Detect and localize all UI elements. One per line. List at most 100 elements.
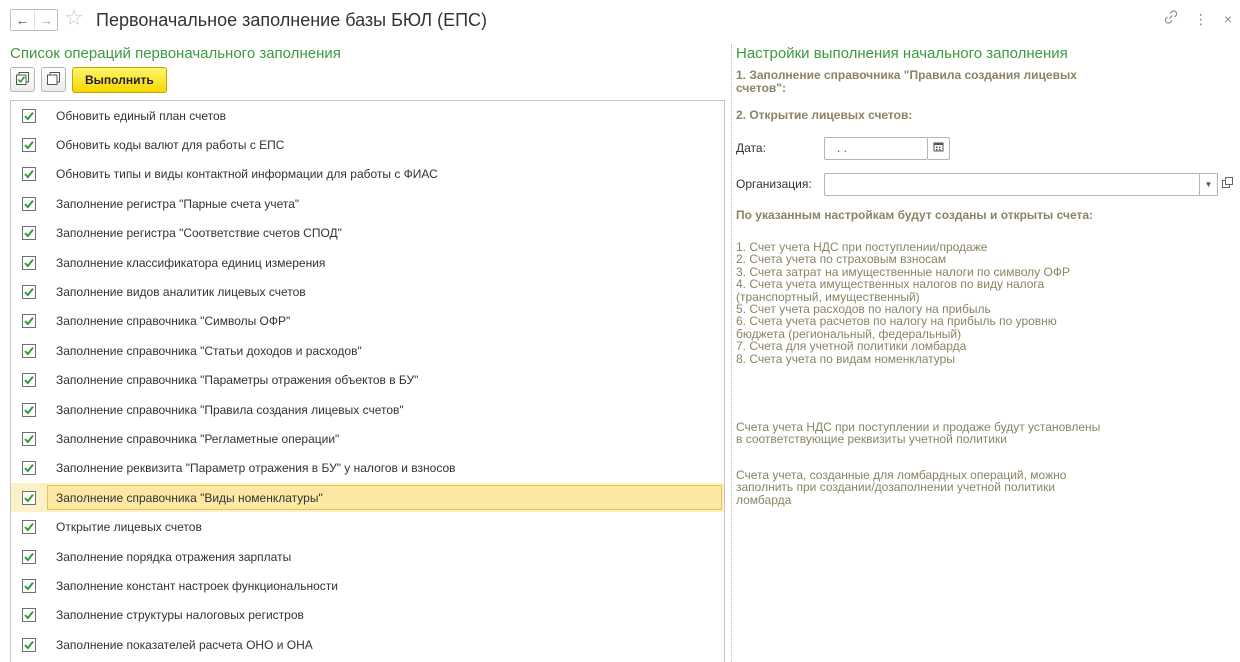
operation-row[interactable]: Заполнение порядка отражения зарплаты [11,542,724,571]
settings-title: Настройки выполнения начального заполнен… [736,45,1068,62]
navigation-buttons: ← → [10,9,58,31]
organization-dropdown-button[interactable]: ▼ [1200,172,1218,196]
operation-checkbox[interactable] [11,402,47,417]
forward-button[interactable]: → [34,10,57,30]
operation-label: Обновить типы и виды контактной информац… [56,167,438,182]
date-field-row: Дата: . . [736,136,1236,160]
dropdown-arrow-icon: ▼ [1204,179,1213,189]
accounts-heading: По указанным настройкам будут созданы и … [736,208,1094,222]
operation-checkbox[interactable] [11,226,47,241]
operation-row[interactable]: Заполнение справочника "Регламетные опер… [11,424,724,453]
operation-row[interactable]: Заполнение структуры налоговых регистров [11,601,724,630]
operation-checkbox[interactable] [11,549,47,564]
note-line: в соответствующие реквизиты учетной поли… [736,432,1007,447]
operation-label: Заполнение регистра "Парные счета учета" [56,196,300,211]
operation-label: Заполнение порядка отражения зарплаты [56,549,292,564]
operation-checkbox[interactable] [11,343,47,358]
operation-row[interactable]: Заполнение регистра "Соответствие счетов… [11,219,724,248]
operation-checkbox[interactable] [11,490,47,505]
operation-label: Заполнение структуры налоговых регистров [56,608,304,623]
operation-checkbox[interactable] [11,138,47,153]
back-button[interactable]: ← [11,10,34,30]
section2-heading: 2. Открытие лицевых счетов: [736,108,913,122]
operation-checkbox[interactable] [11,314,47,329]
note-line: ломбарда [736,492,792,507]
section1-heading-line1: 1. Заполнение справочника "Правила созда… [736,68,1077,82]
operation-checkbox[interactable] [11,431,47,446]
date-input[interactable]: . . [824,136,928,160]
operation-label: Заполнение справочника "Виды номенклатур… [47,485,722,511]
account-line: 7. Счета для учетной политики ломбарда [736,339,967,354]
operation-checkbox[interactable] [11,461,47,476]
more-icon[interactable]: ⋮ [1194,10,1208,28]
execute-button[interactable]: Выполнить [72,67,167,93]
operation-label: Заполнение классификатора единиц измерен… [56,255,326,270]
favorite-star-icon[interactable]: ☆ [64,6,84,30]
organization-input[interactable] [824,172,1200,196]
operation-checkbox[interactable] [11,285,47,300]
operation-label: Обновить единый план счетов [56,108,227,123]
operation-checkbox[interactable] [11,167,47,182]
operations-list: Обновить единый план счетов Обновить коды… [10,100,725,662]
link-icon[interactable] [1164,10,1178,28]
operation-label: Обновить коды валют для работы с ЕПС [56,138,285,153]
operation-checkbox[interactable] [11,108,47,123]
organization-label: Организация: [736,177,812,191]
operation-row[interactable]: Заполнение справочника "Параметры отраже… [11,366,724,395]
operation-checkbox[interactable] [11,255,47,270]
account-line: 4. Счета учета имущественных налогов по … [736,277,1045,292]
panel-divider [731,44,732,662]
account-line: 8. Счета учета по видам номенклатуры [736,351,955,366]
back-arrow-icon: ← [15,12,30,28]
organization-field-row: Организация: ▼ [736,172,1236,196]
forward-arrow-icon: → [39,12,53,28]
window-actions: ⋮ × [1164,10,1232,28]
operation-row[interactable]: Заполнение регистра "Парные счета учета" [11,189,724,218]
operation-checkbox[interactable] [11,578,47,593]
check-all-icon [15,71,30,89]
operation-label: Заполнение справочника "Статьи доходов и… [56,343,362,358]
section1-heading-line2: счетов": [736,81,786,95]
operation-label: Заполнение справочника "Правила создания… [56,402,404,417]
operation-row[interactable]: Заполнение справочника "Символы ОФР" [11,307,724,336]
operation-checkbox[interactable] [11,637,47,652]
check-all-button[interactable] [10,67,35,92]
operation-checkbox[interactable] [11,520,47,535]
operation-checkbox[interactable] [11,373,47,388]
operation-row[interactable]: Открытие лицевых счетов [11,512,724,541]
operation-row[interactable]: Заполнение справочника "Правила создания… [11,395,724,424]
operation-row[interactable]: Заполнение показателей расчета ОНО и ОНА [11,630,724,659]
operation-label: Заполнение справочника "Параметры отраже… [56,373,419,388]
operation-checkbox[interactable] [11,196,47,211]
pawnshop-note: Счета учета, созданные для ломбардных оп… [736,469,1236,507]
operation-row[interactable]: Заполнение справочника "Статьи доходов и… [11,336,724,365]
operation-checkbox[interactable] [11,608,47,623]
window-title: Первоначальное заполнение базы БЮЛ (ЕПС) [96,10,488,30]
operation-row[interactable]: Заполнение констант настроек функциональ… [11,571,724,600]
operations-list-title: Список операций первоначального заполнен… [10,45,341,62]
account-line: 2. Счета учета по страховым взносам [736,252,947,267]
operation-row[interactable]: Обновить единый план счетов [11,101,724,130]
uncheck-all-icon [46,71,61,89]
date-label: Дата: [736,141,766,155]
operation-row[interactable]: Обновить коды валют для работы с ЕПС [11,130,724,159]
operation-label: Открытие лицевых счетов [56,520,202,535]
settings-panel: Настройки выполнения начального заполнен… [736,44,1236,506]
close-icon[interactable]: × [1224,10,1232,28]
organization-open-button[interactable] [1218,173,1236,196]
title-bar: ← → ☆ Первоначальное заполнение базы БЮЛ… [0,0,1240,40]
operation-row[interactable]: Заполнение классификатора единиц измерен… [11,248,724,277]
operations-toolbar: Выполнить [10,67,167,93]
operation-row[interactable]: Заполнение справочника "Виды номенклатур… [11,483,724,513]
uncheck-all-button[interactable] [41,67,66,92]
open-form-icon [1221,177,1233,191]
calendar-button[interactable] [928,136,950,160]
operation-row[interactable]: Заполнение видов аналитик лицевых счетов [11,277,724,306]
operation-label: Заполнение справочника "Символы ОФР" [56,314,291,329]
vat-note: Счета учета НДС при поступлении и продаж… [736,421,1236,446]
operation-row[interactable]: Заполнение реквизита "Параметр отражения… [11,454,724,483]
operation-row[interactable]: Обновить типы и виды контактной информац… [11,160,724,189]
note-line: заполнить при создании/дозаполнении учет… [736,480,1056,495]
operation-label: Заполнение регистра "Соответствие счетов… [56,226,342,241]
operation-label: Заполнение видов аналитик лицевых счетов [56,285,306,300]
